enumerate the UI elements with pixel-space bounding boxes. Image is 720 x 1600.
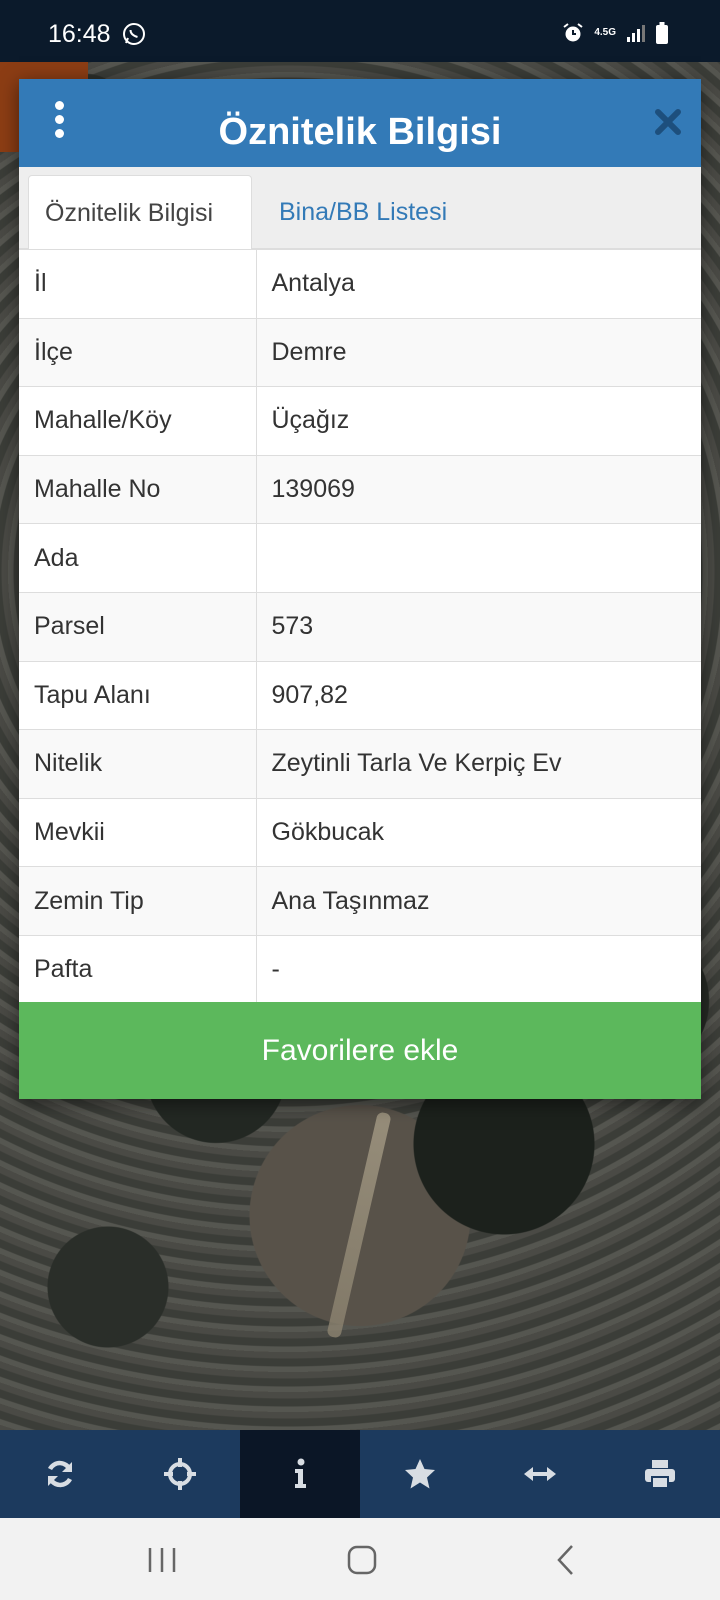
row-key: Mahalle/Köy xyxy=(19,386,257,456)
table-row: Mahalle No 139069 xyxy=(19,454,701,524)
row-value: 573 xyxy=(256,591,701,662)
table-row: Mevkii Gökbucak xyxy=(19,797,701,867)
whatsapp-icon xyxy=(123,23,145,45)
row-key: Parsel xyxy=(19,591,257,662)
alarm-icon xyxy=(563,23,583,42)
network-type-label: 4.5G xyxy=(594,27,616,38)
toolbar-favorites-button[interactable] xyxy=(360,1430,480,1518)
row-key: İl xyxy=(19,249,257,319)
row-value: 907,82 xyxy=(256,660,701,730)
recent-apps-icon[interactable] xyxy=(142,1540,182,1580)
star-icon xyxy=(405,1459,435,1489)
toolbar-print-button[interactable] xyxy=(600,1430,720,1518)
row-key: Mahalle No xyxy=(19,454,257,524)
row-value: Ana Taşınmaz xyxy=(256,866,701,936)
row-key: Ada xyxy=(19,523,257,593)
back-icon[interactable] xyxy=(546,1540,586,1580)
row-value xyxy=(256,523,701,593)
toolbar-refresh-button[interactable] xyxy=(0,1430,120,1518)
attribute-table: İl Antalya İlçe Demre Mahalle/Köy Üçağız Ma… xyxy=(19,249,701,1005)
row-key: Pafta xyxy=(19,934,257,1005)
status-bar: 16:48 4.5G xyxy=(0,0,720,62)
info-icon xyxy=(295,1458,306,1488)
tab-attribute-info[interactable]: Öznitelik Bilgisi xyxy=(28,175,252,249)
print-icon xyxy=(645,1460,675,1489)
toolbar-locate-button[interactable] xyxy=(120,1430,240,1518)
row-value: Üçağız xyxy=(256,386,701,456)
table-row: Mahalle/Köy Üçağız xyxy=(19,386,701,456)
row-value: - xyxy=(256,934,701,1005)
battery-icon xyxy=(656,22,668,44)
signal-icon xyxy=(627,25,645,42)
row-value: Demre xyxy=(256,317,701,387)
row-key: Tapu Alanı xyxy=(19,660,257,730)
row-value: Gökbucak xyxy=(256,797,701,867)
table-row: Pafta - xyxy=(19,934,701,1005)
table-row: Parsel 573 xyxy=(19,591,701,662)
table-row: Nitelik Zeytinli Tarla Ve Kerpiç Ev xyxy=(19,729,701,799)
row-value: Zeytinli Tarla Ve Kerpiç Ev xyxy=(256,729,701,799)
toolbar-info-button[interactable] xyxy=(240,1430,360,1518)
home-icon[interactable] xyxy=(342,1540,382,1580)
bottom-toolbar xyxy=(0,1430,720,1518)
row-key: Zemin Tip xyxy=(19,866,257,936)
attribute-info-modal: Öznitelik Bilgisi Öznitelik Bilgisi Bina… xyxy=(19,79,701,1099)
row-key: Mevkii xyxy=(19,797,257,867)
row-value: 139069 xyxy=(256,454,701,524)
modal-title: Öznitelik Bilgisi xyxy=(218,111,502,153)
table-row: Tapu Alanı 907,82 xyxy=(19,660,701,730)
refresh-icon xyxy=(47,1460,73,1488)
modal-header: Öznitelik Bilgisi xyxy=(19,79,701,167)
row-key: Nitelik xyxy=(19,729,257,799)
row-key: İlçe xyxy=(19,317,257,387)
table-row: İl Antalya xyxy=(19,249,701,319)
measure-arrows-icon xyxy=(524,1467,556,1481)
modal-tabs: Öznitelik Bilgisi Bina/BB Listesi xyxy=(19,167,701,249)
close-icon[interactable] xyxy=(653,107,683,137)
android-navigation-bar xyxy=(0,1518,720,1600)
status-time: 16:48 xyxy=(48,20,111,48)
tab-building-list[interactable]: Bina/BB Listesi xyxy=(263,175,463,249)
add-to-favorites-button[interactable]: Favorilere ekle xyxy=(19,1002,701,1099)
table-row: Ada xyxy=(19,523,701,593)
row-value: Antalya xyxy=(256,249,701,319)
table-row: Zemin Tip Ana Taşınmaz xyxy=(19,866,701,936)
table-row: İlçe Demre xyxy=(19,317,701,387)
toolbar-measure-button[interactable] xyxy=(480,1430,600,1518)
crosshairs-icon xyxy=(164,1458,196,1490)
